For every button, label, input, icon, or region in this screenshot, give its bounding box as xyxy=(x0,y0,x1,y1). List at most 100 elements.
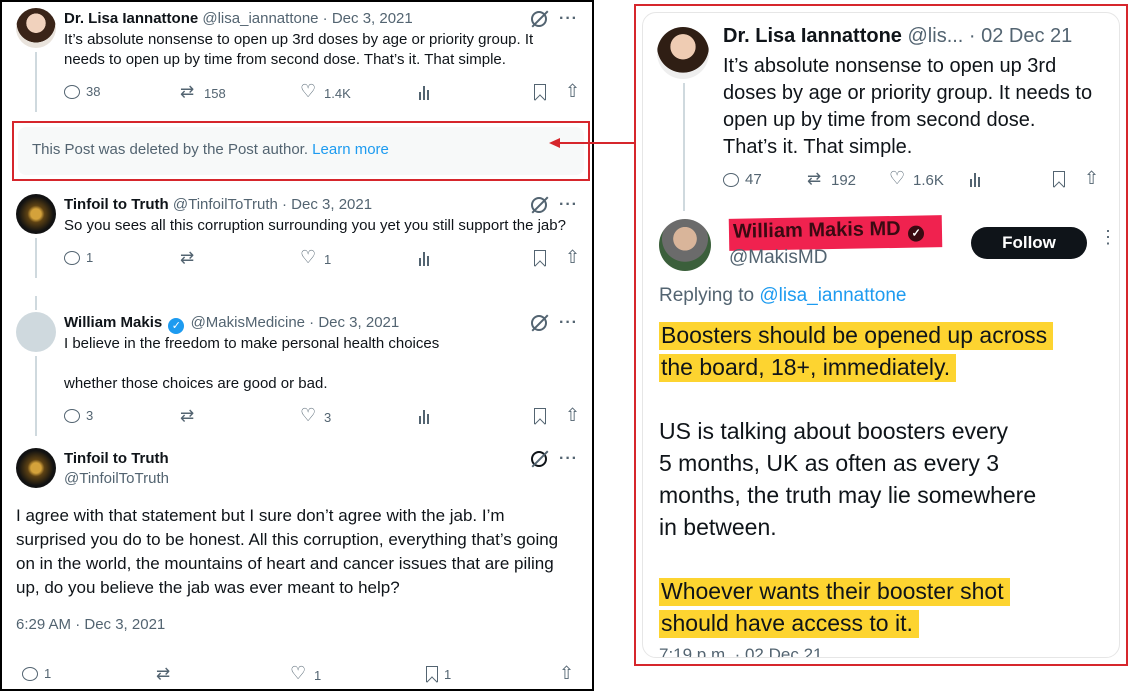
reply-button[interactable]: 38 xyxy=(64,84,100,99)
like-button[interactable]: 1 xyxy=(290,663,321,684)
more-icon[interactable]: ··· xyxy=(559,196,578,214)
reply-icon xyxy=(22,666,38,681)
bookmark-icon xyxy=(534,408,546,424)
bookmark-count: 1 xyxy=(444,666,452,682)
like-count: 3 xyxy=(324,409,332,425)
author-name[interactable]: Tinfoil to Truth xyxy=(64,450,169,467)
verified-badge-icon: ✓ xyxy=(168,318,185,334)
tweet-tinfoil-focused[interactable]: Tinfoil to Truth @TinfoilToTruth ··· xyxy=(16,448,586,508)
left-thread-panel: Dr. Lisa Iannattone @lisa_iannattone · D… xyxy=(0,0,594,691)
views-icon xyxy=(418,250,432,268)
views-button[interactable] xyxy=(418,250,432,268)
avatar[interactable] xyxy=(657,27,709,79)
tweet-text-line: needs to open up by time from second dos… xyxy=(64,51,506,68)
grok-icon[interactable] xyxy=(531,197,548,213)
tweet-lisa[interactable]: Dr. Lisa Iannattone @lisa_iannattone · D… xyxy=(16,8,586,118)
original-post-screenshot: Dr. Lisa Iannattone @lis... · 02 Dec 21 … xyxy=(634,4,1128,666)
verified-badge-icon: ✓ xyxy=(908,225,925,242)
avatar[interactable] xyxy=(16,312,56,352)
tweet-text-line: That’s it. That simple. xyxy=(723,136,913,158)
repost-button[interactable] xyxy=(180,248,198,268)
repost-icon xyxy=(180,248,198,268)
like-icon xyxy=(290,663,308,684)
replying-to-link[interactable]: @lisa_iannattone xyxy=(759,285,906,306)
share-button[interactable] xyxy=(564,405,582,426)
reply-text-line: the board, 18+, immediately. xyxy=(659,351,957,383)
author-name-highlighted[interactable]: William Makis MD ✓ xyxy=(728,215,943,251)
tweet-tinfoil-1[interactable]: Tinfoil to Truth @TinfoilToTruth · Dec 3… xyxy=(16,194,586,278)
share-button[interactable] xyxy=(1083,168,1101,189)
bookmark-button[interactable]: 1 xyxy=(426,666,451,682)
reply-count: 1 xyxy=(86,250,94,265)
deleted-post-highlight: This Post was deleted by the Post author… xyxy=(12,121,590,181)
bookmark-icon xyxy=(426,666,438,682)
author-name[interactable]: William Makis xyxy=(64,314,162,331)
reply-text-line: months, the truth may lie somewhere xyxy=(659,482,1037,508)
replying-prefix: Replying to xyxy=(659,285,760,306)
views-button[interactable] xyxy=(969,171,983,189)
grok-icon[interactable] xyxy=(531,451,548,467)
author-handle: @MakisMedicine · Dec 3, 2021 xyxy=(190,314,400,331)
reply-count: 47 xyxy=(745,171,762,188)
highlighted-text: Whoever wants their booster shot xyxy=(659,578,1010,606)
grok-icon[interactable] xyxy=(531,11,548,27)
tweet-top-actions: ··· xyxy=(531,314,578,332)
follow-button[interactable]: Follow xyxy=(971,227,1087,259)
reply-count: 38 xyxy=(86,84,101,99)
avatar[interactable] xyxy=(16,8,56,48)
share-button[interactable] xyxy=(564,247,582,268)
like-button[interactable]: 1.6K xyxy=(889,168,944,189)
reply-button[interactable]: 1 xyxy=(22,666,51,681)
tweet-makis[interactable]: William Makis ✓ @MakisMedicine · Dec 3, … xyxy=(16,296,586,436)
share-button[interactable] xyxy=(564,81,582,102)
avatar[interactable] xyxy=(16,194,56,234)
avatar[interactable] xyxy=(16,448,56,488)
author-name[interactable]: Dr. Lisa Iannattone xyxy=(64,10,198,27)
tweet-top-actions: ··· xyxy=(531,196,578,214)
tweet-text-line: It’s absolute nonsense to open up 3rd do… xyxy=(64,31,534,48)
author-handle-row: @TinfoilToTruth xyxy=(64,470,169,487)
repost-button[interactable]: 158 xyxy=(180,82,226,102)
like-button[interactable]: 1 xyxy=(300,247,331,268)
grok-icon[interactable] xyxy=(531,315,548,331)
tweet-timestamp[interactable]: 6:29 AM · Dec 3, 2021 xyxy=(16,616,165,633)
reply-button[interactable]: 47 xyxy=(723,171,762,188)
like-button[interactable]: 1.4K xyxy=(300,81,351,102)
more-icon[interactable]: ··· xyxy=(559,450,578,468)
learn-more-link[interactable]: Learn more xyxy=(312,141,389,158)
thread-line xyxy=(35,296,37,310)
reply-button[interactable]: 3 xyxy=(64,408,93,423)
views-button[interactable] xyxy=(418,408,432,426)
bookmark-button[interactable] xyxy=(534,84,546,100)
more-icon[interactable]: ··· xyxy=(559,314,578,332)
author-name[interactable]: Tinfoil to Truth xyxy=(64,196,169,213)
reply-text-line: in between. xyxy=(659,514,777,540)
author-name[interactable]: Dr. Lisa Iannattone xyxy=(723,25,902,47)
repost-button[interactable] xyxy=(156,664,174,684)
bookmark-button[interactable] xyxy=(534,250,546,266)
author-handle: @MakisMD xyxy=(729,247,828,268)
bookmark-button[interactable] xyxy=(1053,171,1065,187)
repost-button[interactable]: 192 xyxy=(807,169,856,189)
tweet-header: Tinfoil to Truth @TinfoilToTruth · Dec 3… xyxy=(64,196,372,213)
more-icon[interactable]: ⋮ xyxy=(1099,227,1117,248)
bookmark-icon xyxy=(1053,171,1065,187)
annotation-arrow-head xyxy=(549,138,560,148)
avatar[interactable] xyxy=(659,219,711,271)
tweet-text-line: So you sees all this corruption surround… xyxy=(64,217,566,234)
reply-button[interactable]: 1 xyxy=(64,250,93,265)
share-button[interactable] xyxy=(558,663,576,684)
tweet-actions: 47 192 1.6K xyxy=(723,168,1113,193)
like-icon xyxy=(889,168,907,189)
reply-timestamp[interactable]: 7:19 p.m. · 02 Dec 21 xyxy=(659,645,822,657)
like-icon xyxy=(300,81,318,102)
views-button[interactable] xyxy=(418,84,432,102)
repost-button[interactable] xyxy=(180,406,198,426)
reply-text-line: should have access to it. xyxy=(659,607,919,639)
reply-icon xyxy=(64,408,80,423)
bookmark-button[interactable] xyxy=(534,408,546,424)
more-icon[interactable]: ··· xyxy=(559,10,578,28)
bookmark-icon xyxy=(534,84,546,100)
reply-count: 3 xyxy=(86,408,94,423)
like-button[interactable]: 3 xyxy=(300,405,332,426)
